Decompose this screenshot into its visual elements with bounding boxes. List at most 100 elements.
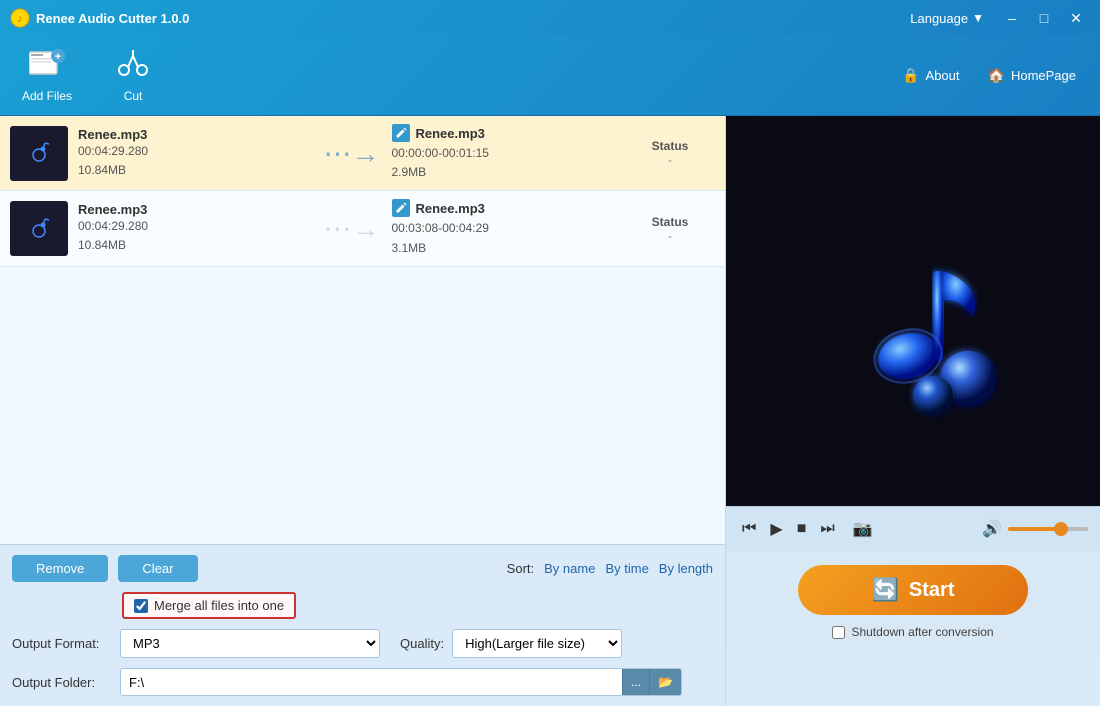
stop-button[interactable]: ■ — [793, 518, 811, 540]
folder-open-icon: 📂 — [658, 675, 673, 689]
output-info: Renee.mp3 00:03:08-00:04:29 3.1MB — [392, 199, 626, 257]
folder-row: Output Folder: ... 📂 — [12, 668, 713, 696]
about-label: About — [926, 68, 960, 83]
maximize-button[interactable]: □ — [1030, 7, 1058, 29]
bottom-controls: Remove Clear Sort: By name By time By le… — [0, 544, 725, 706]
table-row[interactable]: Renee.mp3 00:04:29.280 10.84MB ⋯→ Renee.… — [0, 191, 725, 266]
status-label: Status — [625, 215, 715, 229]
preview-area — [726, 116, 1100, 506]
skip-back-icon: ⏮ — [742, 520, 756, 538]
format-group: Output Format: MP3 — [12, 629, 380, 658]
titlebar-controls: Language ▼ – □ ✕ — [910, 7, 1090, 29]
add-files-button[interactable]: + Add Files — [10, 40, 84, 111]
skip-forward-button[interactable]: ⏭ — [816, 518, 838, 540]
status-area: Status - — [625, 215, 715, 243]
output-info-header: Renee.mp3 — [392, 199, 626, 217]
convert-arrow-icon: ⋯→ — [324, 137, 380, 170]
app-icon: ♪ — [10, 8, 30, 28]
folder-label: Output Folder: — [12, 675, 112, 690]
output-filename: Renee.mp3 — [416, 201, 485, 216]
output-info-header: Renee.mp3 — [392, 124, 626, 142]
file-duration: 00:04:29.280 — [78, 217, 312, 236]
file-name: Renee.mp3 — [78, 127, 312, 142]
homepage-icon: 🏠 — [988, 67, 1005, 84]
start-icon: 🔄 — [872, 577, 899, 603]
language-label: Language — [910, 11, 968, 26]
folder-input-container: ... 📂 — [120, 668, 682, 696]
merge-checkbox[interactable] — [134, 599, 148, 613]
sort-by-time[interactable]: By time — [605, 561, 648, 576]
homepage-button[interactable]: 🏠 HomePage — [974, 61, 1090, 90]
arrow-area: ⋯→ — [312, 137, 392, 170]
volume-slider[interactable] — [1008, 527, 1088, 531]
sort-label: Sort: — [507, 561, 534, 576]
cut-icon — [116, 48, 150, 85]
stop-icon: ■ — [797, 520, 807, 538]
merge-checkbox-container[interactable]: Merge all files into one — [122, 592, 296, 619]
main-content: Renee.mp3 00:04:29.280 10.84MB ⋯→ Renee.… — [0, 116, 1100, 706]
volume-icon: 🔊 — [982, 519, 1002, 539]
action-btn-row: Remove Clear Sort: By name By time By le… — [12, 555, 713, 582]
sort-by-name[interactable]: By name — [544, 561, 595, 576]
output-time: 00:00:00-00:01:15 — [392, 144, 626, 163]
language-selector[interactable]: Language ▼ — [910, 11, 984, 26]
format-select[interactable]: MP3 — [120, 629, 380, 658]
sort-by-length[interactable]: By length — [659, 561, 713, 576]
svg-text:♪: ♪ — [17, 13, 23, 25]
status-value: - — [625, 153, 715, 167]
file-duration: 00:04:29.280 — [78, 142, 312, 161]
quality-label: Quality: — [400, 636, 444, 651]
shutdown-label: Shutdown after conversion — [851, 625, 993, 639]
skip-back-button[interactable]: ⏮ — [738, 518, 760, 540]
toolbar-right: 🔒 About 🏠 HomePage — [888, 61, 1090, 90]
convert-arrow-icon: ⋯→ — [324, 212, 380, 245]
play-button[interactable]: ▶ — [766, 517, 786, 541]
merge-label: Merge all files into one — [154, 598, 284, 613]
svg-text:+: + — [55, 51, 61, 63]
file-list: Renee.mp3 00:04:29.280 10.84MB ⋯→ Renee.… — [0, 116, 725, 544]
quality-select[interactable]: High(Larger file size) — [452, 629, 622, 658]
start-label: Start — [909, 579, 955, 602]
status-value: - — [625, 229, 715, 243]
file-size: 10.84MB — [78, 236, 312, 255]
cut-label: Cut — [124, 89, 143, 103]
output-info: Renee.mp3 00:00:00-00:01:15 2.9MB — [392, 124, 626, 182]
folder-browse-button[interactable]: ... — [622, 669, 649, 695]
edit-output-button[interactable] — [392, 199, 410, 217]
format-label: Output Format: — [12, 636, 112, 651]
app-title: Renee Audio Cutter 1.0.0 — [36, 11, 910, 26]
output-size: 2.9MB — [392, 163, 626, 182]
start-area: 🔄 Start Shutdown after conversion — [726, 551, 1100, 649]
titlebar: ♪ Renee Audio Cutter 1.0.0 Language ▼ – … — [0, 0, 1100, 36]
status-label: Status — [625, 139, 715, 153]
shutdown-checkbox[interactable] — [832, 626, 845, 639]
start-button[interactable]: 🔄 Start — [798, 565, 1028, 615]
skip-forward-icon: ⏭ — [820, 520, 834, 538]
left-panel: Renee.mp3 00:04:29.280 10.84MB ⋯→ Renee.… — [0, 116, 726, 706]
format-row: Output Format: MP3 Quality: High(Larger … — [12, 629, 713, 658]
screenshot-button[interactable]: 📷 — [849, 517, 877, 541]
quality-group: Quality: High(Larger file size) — [400, 629, 622, 658]
player-controls: ⏮ ▶ ■ ⏭ 📷 🔊 — [726, 506, 1100, 551]
play-icon: ▶ — [770, 519, 782, 539]
folder-input[interactable] — [121, 670, 622, 695]
language-dropdown-icon[interactable]: ▼ — [972, 11, 984, 25]
status-area: Status - — [625, 139, 715, 167]
remove-button[interactable]: Remove — [12, 555, 108, 582]
about-icon: 🔒 — [902, 67, 919, 84]
file-info: Renee.mp3 00:04:29.280 10.84MB — [78, 127, 312, 180]
clear-button[interactable]: Clear — [118, 555, 197, 582]
table-row[interactable]: Renee.mp3 00:04:29.280 10.84MB ⋯→ Renee.… — [0, 116, 725, 191]
close-button[interactable]: ✕ — [1062, 7, 1090, 29]
folder-open-button[interactable]: 📂 — [649, 669, 681, 695]
arrow-area: ⋯→ — [312, 212, 392, 245]
cut-button[interactable]: Cut — [104, 40, 162, 111]
minimize-button[interactable]: – — [998, 7, 1026, 29]
about-button[interactable]: 🔒 About — [888, 61, 973, 90]
file-thumbnail — [10, 126, 68, 181]
edit-output-button[interactable] — [392, 124, 410, 142]
toolbar: + Add Files Cut 🔒 About 🏠 HomePage — [0, 36, 1100, 116]
right-panel: ⏮ ▶ ■ ⏭ 📷 🔊 🔄 Start — [726, 116, 1100, 706]
output-time: 00:03:08-00:04:29 — [392, 219, 626, 238]
add-files-icon: + — [29, 48, 65, 85]
